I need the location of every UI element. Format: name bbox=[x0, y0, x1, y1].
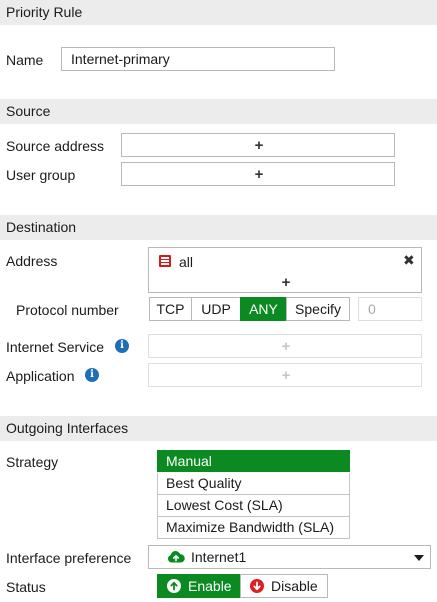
user-group-field[interactable]: + bbox=[121, 162, 395, 186]
protocol-option-tcp[interactable]: TCP bbox=[149, 297, 192, 321]
internet-service-label: Internet Service bbox=[6, 339, 105, 355]
user-group-label: User group bbox=[6, 167, 76, 183]
source-address-label: Source address bbox=[6, 138, 105, 154]
address-entry-label: all bbox=[179, 254, 194, 270]
section-header-priority-rule: Priority Rule bbox=[0, 0, 437, 25]
section-header-destination: Destination bbox=[0, 215, 437, 240]
section-header-outgoing-interfaces: Outgoing Interfaces bbox=[0, 416, 437, 441]
protocol-option-udp[interactable]: UDP bbox=[191, 297, 241, 321]
status-enable-button[interactable]: Enable bbox=[157, 574, 241, 598]
add-internet-service-icon[interactable]: + bbox=[282, 339, 291, 354]
add-user-group-icon[interactable]: + bbox=[255, 167, 264, 182]
protocol-number-input[interactable]: 0 bbox=[358, 297, 422, 321]
enable-label: Enable bbox=[188, 578, 232, 594]
protocol-number-label: Protocol number bbox=[16, 302, 119, 318]
name-input[interactable]: Internet-primary bbox=[61, 47, 335, 71]
disable-arrow-down-icon bbox=[250, 579, 264, 593]
strategy-label: Strategy bbox=[6, 454, 59, 470]
strategy-option-lowest-cost[interactable]: Lowest Cost (SLA) bbox=[157, 495, 350, 517]
protocol-option-specify[interactable]: Specify bbox=[286, 297, 350, 321]
disable-label: Disable bbox=[271, 578, 318, 594]
internet-service-field[interactable]: + bbox=[148, 334, 422, 358]
application-label: Application bbox=[6, 368, 75, 384]
interface-preference-label: Interface preference bbox=[6, 550, 132, 566]
add-source-address-icon[interactable]: + bbox=[255, 138, 264, 153]
section-header-source: Source bbox=[0, 99, 437, 124]
interface-preference-value: Internet1 bbox=[191, 549, 247, 565]
name-input-value: Internet-primary bbox=[71, 51, 170, 67]
application-info-icon[interactable]: i bbox=[85, 368, 99, 382]
cloud-up-icon bbox=[167, 551, 185, 563]
interface-preference-select[interactable]: Internet1 bbox=[148, 545, 431, 569]
protocol-option-any[interactable]: ANY bbox=[240, 297, 287, 321]
status-disable-button[interactable]: Disable bbox=[240, 574, 328, 598]
status-label: Status bbox=[6, 579, 46, 595]
destination-address-field[interactable]: all ✖ + bbox=[148, 247, 422, 293]
add-destination-address-icon[interactable]: + bbox=[282, 275, 291, 290]
strategy-option-maximize-bandwidth[interactable]: Maximize Bandwidth (SLA) bbox=[157, 517, 350, 539]
chevron-down-icon bbox=[414, 555, 424, 561]
source-address-field[interactable]: + bbox=[121, 133, 395, 157]
name-label: Name bbox=[6, 52, 44, 68]
destination-address-label: Address bbox=[6, 253, 58, 269]
protocol-number-placeholder: 0 bbox=[368, 301, 376, 317]
address-object-icon bbox=[159, 255, 171, 267]
enable-arrow-up-icon bbox=[167, 579, 181, 593]
application-field[interactable]: + bbox=[148, 363, 422, 387]
strategy-option-best-quality[interactable]: Best Quality bbox=[157, 473, 350, 495]
internet-service-info-icon[interactable]: i bbox=[115, 339, 129, 353]
remove-address-icon[interactable]: ✖ bbox=[403, 252, 415, 268]
add-application-icon[interactable]: + bbox=[282, 368, 291, 383]
strategy-option-manual[interactable]: Manual bbox=[157, 450, 350, 472]
